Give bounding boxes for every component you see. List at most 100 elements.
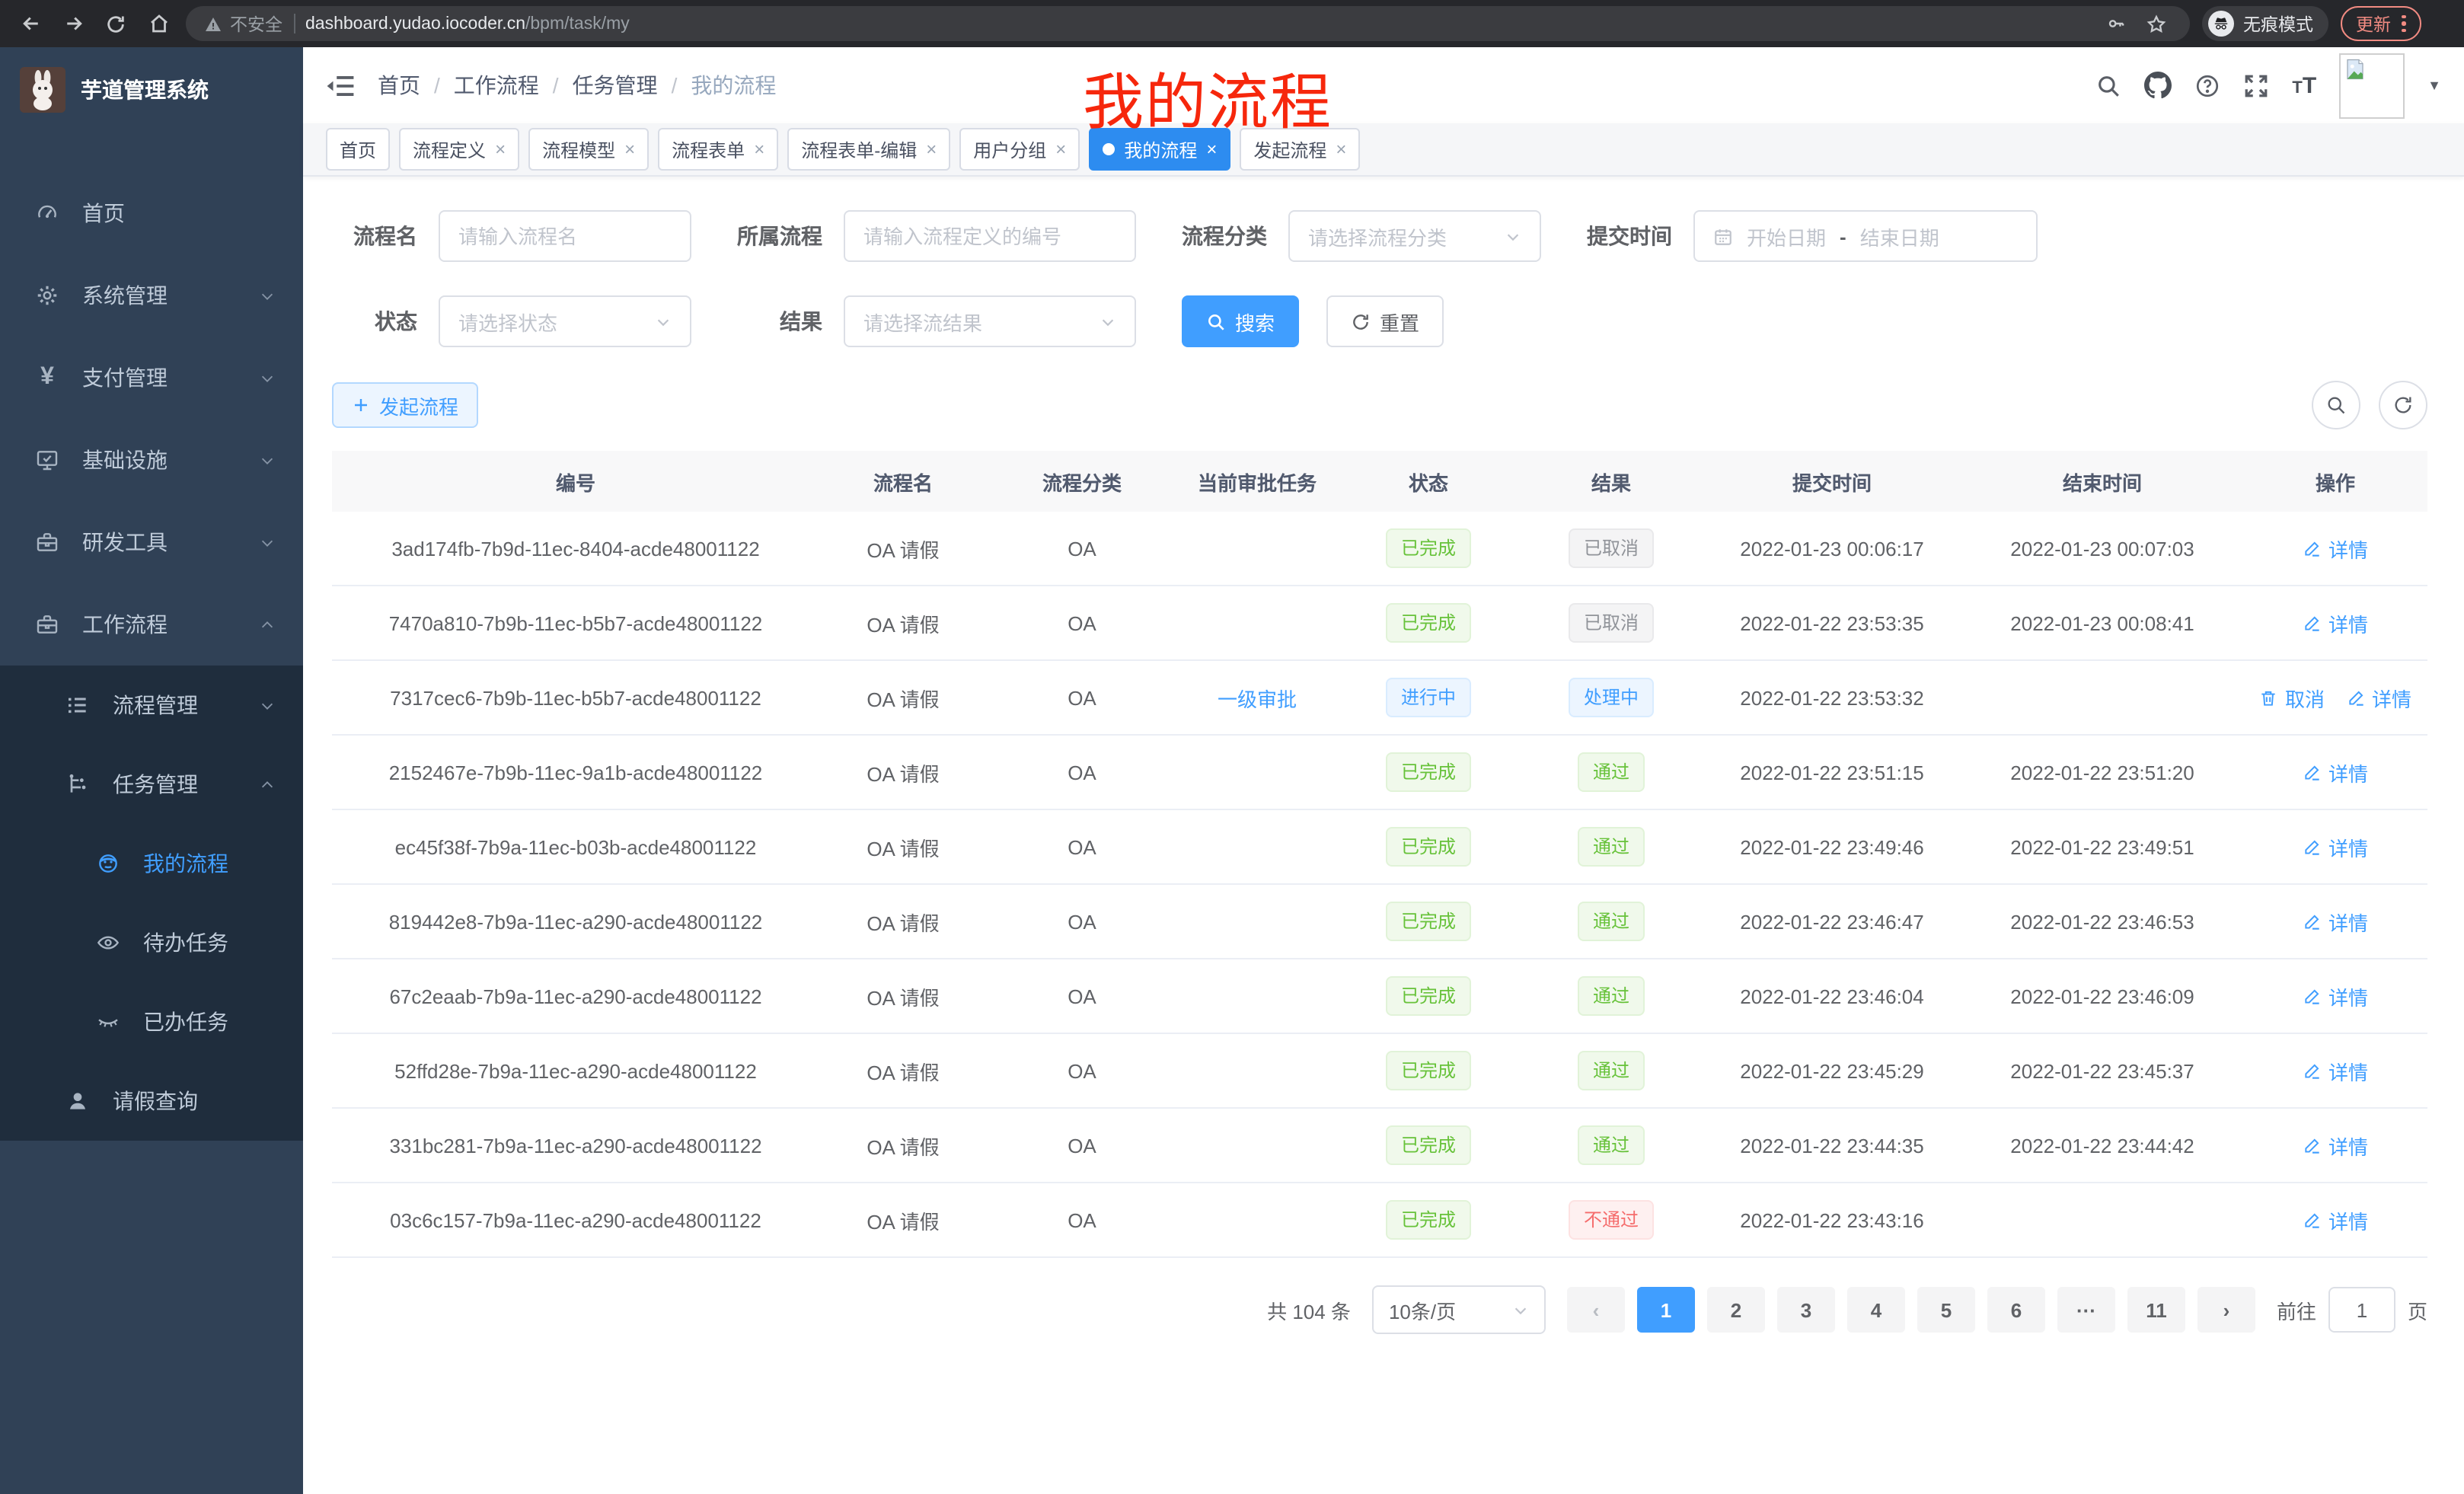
page-button[interactable]: 4 <box>1847 1287 1905 1333</box>
sidebar-item-devtools[interactable]: 研发工具 <box>0 501 303 583</box>
select-caret-icon <box>1512 1301 1529 1318</box>
browser-reload-icon[interactable] <box>101 8 131 39</box>
detail-action[interactable]: 详情 <box>2303 982 2368 1010</box>
result-cell: 通过 <box>1520 1125 1703 1165</box>
page-button[interactable]: 2 <box>1707 1287 1765 1333</box>
prev-page-button[interactable]: ‹ <box>1567 1287 1625 1333</box>
tab-process-form-edit[interactable]: 流程表单-编辑× <box>787 128 950 171</box>
detail-action[interactable]: 详情 <box>2303 907 2368 936</box>
goto-page-input[interactable] <box>2328 1287 2395 1333</box>
more-pages-button[interactable]: ··· <box>2057 1287 2115 1333</box>
browser-home-icon[interactable] <box>143 8 174 39</box>
detail-action[interactable]: 详情 <box>2303 832 2368 861</box>
detail-action[interactable]: 详情 <box>2346 683 2411 712</box>
font-size-icon[interactable]: TT <box>2292 72 2316 98</box>
tab-home[interactable]: 首页 <box>326 128 390 171</box>
page-size-select[interactable]: 10条/页 <box>1372 1285 1546 1334</box>
close-icon[interactable]: × <box>1055 139 1066 160</box>
sidebar-item-my-process[interactable]: 我的流程 <box>0 824 303 903</box>
detail-action[interactable]: 详情 <box>2303 1205 2368 1234</box>
avatar-caret-icon[interactable]: ▼ <box>2427 78 2441 93</box>
list-icon <box>62 693 93 717</box>
submit-time-range[interactable]: 开始日期 - 结束日期 <box>1693 210 2038 262</box>
detail-action[interactable]: 详情 <box>2303 608 2368 637</box>
detail-action[interactable]: 详情 <box>2303 1131 2368 1160</box>
bookmark-star-icon[interactable] <box>2141 8 2172 39</box>
detail-action[interactable]: 详情 <box>2303 1056 2368 1085</box>
page-button[interactable]: 3 <box>1777 1287 1835 1333</box>
actions-cell: 详情 <box>2243 608 2427 637</box>
cancel-action[interactable]: 取消 <box>2259 683 2325 712</box>
password-key-icon[interactable] <box>2100 8 2130 39</box>
avatar[interactable] <box>2339 53 2405 118</box>
refresh-icon <box>1351 311 1371 331</box>
sidebar-item-done-tasks[interactable]: 已办任务 <box>0 982 303 1061</box>
tab-process-def[interactable]: 流程定义× <box>399 128 519 171</box>
page-button[interactable]: 5 <box>1917 1287 1975 1333</box>
start-date-placeholder[interactable]: 开始日期 <box>1747 222 1826 251</box>
sidebar-item-system[interactable]: 系统管理 <box>0 254 303 337</box>
flow-icon <box>62 772 93 796</box>
edit-icon <box>2303 538 2322 558</box>
actions-cell: 详情 <box>2243 832 2427 861</box>
browser-menu-icon[interactable] <box>2402 15 2405 33</box>
close-icon[interactable]: × <box>754 139 764 160</box>
close-icon[interactable]: × <box>926 139 937 160</box>
detail-action[interactable]: 详情 <box>2303 758 2368 787</box>
url-text: dashboard.yudao.iocoder.cn/bpm/task/my <box>305 14 630 33</box>
sidebar-item-payment[interactable]: ¥支付管理 <box>0 337 303 419</box>
sidebar-item-infra[interactable]: 基础设施 <box>0 419 303 501</box>
status-select[interactable]: 请选择状态 <box>439 295 691 347</box>
table-search-button[interactable] <box>2312 381 2360 429</box>
tab-user-group[interactable]: 用户分组× <box>959 128 1080 171</box>
breadcrumb-item[interactable]: 任务管理 <box>573 70 658 101</box>
browser-update-button[interactable]: 更新 <box>2341 6 2421 41</box>
search-button[interactable]: 搜索 <box>1182 295 1299 347</box>
fullscreen-icon[interactable] <box>2243 72 2269 98</box>
close-icon[interactable]: × <box>1206 139 1217 160</box>
submit-time-cell: 2022-01-22 23:53:35 <box>1703 611 1961 634</box>
close-icon[interactable]: × <box>624 139 635 160</box>
end-date-placeholder[interactable]: 结束日期 <box>1860 222 1939 251</box>
table-refresh-button[interactable] <box>2379 381 2427 429</box>
sidebar-item-todo-tasks[interactable]: 待办任务 <box>0 903 303 982</box>
sidebar-item-leave-query[interactable]: 请假查询 <box>0 1061 303 1141</box>
result-cell: 已取消 <box>1520 528 1703 568</box>
address-bar[interactable]: 不安全 dashboard.yudao.iocoder.cn/bpm/task/… <box>186 6 2190 41</box>
tab-process-model[interactable]: 流程模型× <box>528 128 649 171</box>
sidebar-item-process-mgmt[interactable]: 流程管理 <box>0 666 303 745</box>
sidebar-toggle-icon[interactable] <box>326 72 355 98</box>
trash-icon <box>2259 688 2279 707</box>
sidebar-item-home[interactable]: 首页 <box>0 172 303 254</box>
reset-button[interactable]: 重置 <box>1326 295 1444 347</box>
page-button[interactable]: 11 <box>2127 1287 2185 1333</box>
security-warning[interactable]: 不安全 <box>204 11 282 36</box>
sidebar-item-workflow[interactable]: 工作流程 <box>0 583 303 666</box>
create-process-button[interactable]: 发起流程 <box>332 382 478 428</box>
help-icon[interactable] <box>2194 72 2220 98</box>
process-definition-input[interactable] <box>844 210 1136 262</box>
tab-process-form[interactable]: 流程表单× <box>658 128 778 171</box>
page-button[interactable]: 6 <box>1987 1287 2045 1333</box>
chevron-down-icon <box>259 697 276 713</box>
id-cell: 67c2eaab-7b9a-11ec-a290-acde48001122 <box>332 985 819 1007</box>
github-icon[interactable] <box>2144 72 2172 99</box>
next-page-button[interactable]: › <box>2197 1287 2255 1333</box>
process-name-input[interactable] <box>439 210 691 262</box>
browser-forward-icon[interactable] <box>58 8 88 39</box>
close-icon[interactable]: × <box>495 139 506 160</box>
page-button[interactable]: 1 <box>1637 1287 1695 1333</box>
category-select[interactable]: 请选择流程分类 <box>1288 210 1541 262</box>
browser-back-icon[interactable] <box>15 8 46 39</box>
submit-time-cell: 2022-01-22 23:44:35 <box>1703 1134 1961 1157</box>
header-search-icon[interactable] <box>2095 72 2121 98</box>
breadcrumb-item[interactable]: 首页 <box>378 70 420 101</box>
breadcrumb-item[interactable]: 工作流程 <box>454 70 539 101</box>
task-link[interactable]: 一级审批 <box>1218 688 1297 710</box>
detail-action[interactable]: 详情 <box>2303 534 2368 563</box>
close-icon[interactable]: × <box>1336 139 1346 160</box>
result-select[interactable]: 请选择流结果 <box>844 295 1136 347</box>
action-label: 取消 <box>2285 683 2325 712</box>
table-row: 7317cec6-7b9b-11ec-b5b7-acde48001122OA 请… <box>332 661 2427 736</box>
sidebar-item-task-mgmt[interactable]: 任务管理 <box>0 745 303 824</box>
